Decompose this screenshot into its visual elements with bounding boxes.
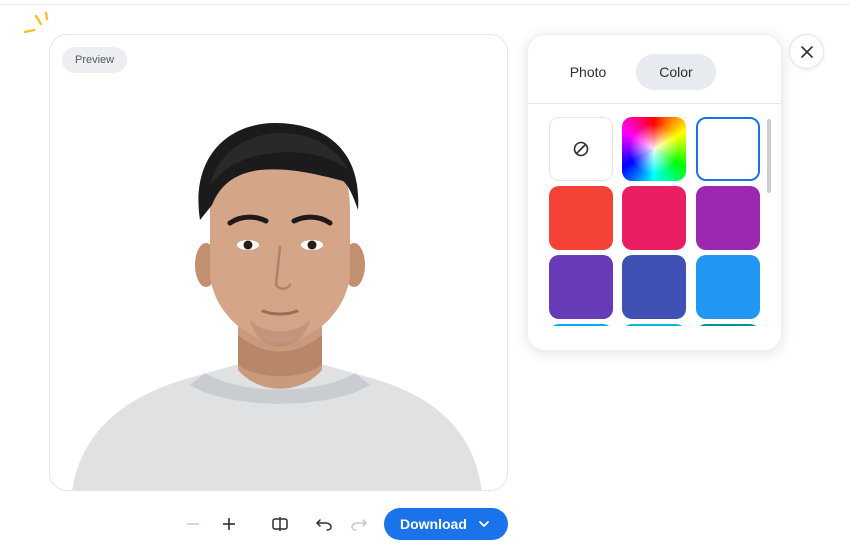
swatch-purple[interactable] [696,186,760,250]
color-swatch-grid [528,105,781,326]
swatch-indigo[interactable] [622,255,686,319]
compare-button[interactable] [266,508,294,540]
portrait-image [50,35,507,490]
close-icon [800,45,813,58]
tab-photo[interactable]: Photo [548,54,628,90]
chevron-down-icon [477,517,491,531]
download-label: Download [400,516,467,532]
preview-card: Preview [49,34,508,491]
swatch-custom-color[interactable] [622,117,686,181]
no-color-icon [573,141,589,157]
background-panel: Photo Color [527,34,782,351]
background-tabs: Photo Color [528,35,781,104]
swatch-blue[interactable] [696,255,760,319]
download-button[interactable]: Download [384,508,508,540]
swatch-light-blue[interactable] [549,324,613,326]
zoom-out-button[interactable] [179,508,207,540]
swatch-no-color[interactable] [549,117,613,181]
swatch-white[interactable] [696,117,760,181]
minus-icon [187,523,199,525]
preview-badge: Preview [62,47,128,73]
top-divider [0,4,850,5]
undo-button[interactable] [310,508,338,540]
swatch-scrollbar[interactable] [767,119,771,193]
compare-icon [272,517,288,531]
undo-icon [316,519,332,531]
zoom-in-button[interactable] [215,508,243,540]
swatch-teal[interactable] [696,324,760,326]
tab-color[interactable]: Color [636,54,716,90]
swatch-red-orange[interactable] [549,186,613,250]
swatch-pink[interactable] [622,186,686,250]
redo-button[interactable] [345,508,373,540]
redo-icon [351,519,367,531]
plus-icon [223,518,235,530]
swatch-deep-purple[interactable] [549,255,613,319]
close-button[interactable] [789,34,824,69]
bottom-toolbar: Download [0,508,850,542]
swatch-cyan[interactable] [622,324,686,326]
